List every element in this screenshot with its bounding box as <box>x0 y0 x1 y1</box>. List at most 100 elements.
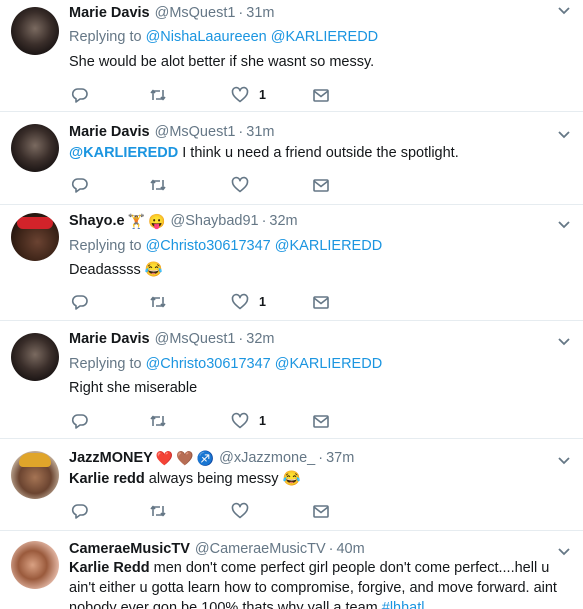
tweet-text: @KARLIEREDD I think u need a friend outs… <box>69 143 571 163</box>
envelope-icon <box>313 296 329 309</box>
timestamp[interactable]: 40m <box>336 541 364 557</box>
avatar[interactable] <box>11 541 59 589</box>
chevron-down-icon[interactable] <box>557 337 571 347</box>
reply-mention-link[interactable]: @Christo30617347 <box>146 238 271 254</box>
timestamp[interactable]: 31m <box>246 124 274 140</box>
tweet-text: Deadassss 😂 <box>69 262 163 278</box>
tweet[interactable]: Shayo.e 🏋 😛 @Shaybad91 · 32m Replying to… <box>0 205 583 321</box>
tweet-text-body: I think u need a friend outside the spot… <box>178 145 459 161</box>
tweet[interactable]: Marie Davis @MsQuest1 · 32m Replying to … <box>0 321 583 439</box>
envelope-icon <box>313 415 329 428</box>
reply-button[interactable] <box>71 174 89 196</box>
tweet-header: Marie Davis @MsQuest1 · 31m <box>69 124 274 140</box>
user-handle[interactable]: @MsQuest1 <box>155 124 236 140</box>
message-button[interactable] <box>312 500 330 522</box>
display-name[interactable]: CameraeMusicTV <box>69 541 190 557</box>
like-count: 1 <box>259 88 266 102</box>
reply-icon <box>71 88 88 103</box>
avatar[interactable] <box>11 7 59 55</box>
display-name[interactable]: Marie Davis <box>69 124 150 140</box>
like-button[interactable]: 1 <box>231 84 266 106</box>
separator: · <box>238 124 244 140</box>
message-button[interactable] <box>312 84 330 106</box>
message-button[interactable] <box>312 174 330 196</box>
tweet[interactable]: Marie Davis @MsQuest1 · 31m @KARLIEREDD … <box>0 112 583 205</box>
reply-mention-link[interactable]: @NishaLaaureeen <box>146 29 267 45</box>
weightlifter-emoji: 🏋 <box>127 213 146 229</box>
user-handle[interactable]: @Shaybad91 <box>170 213 258 229</box>
timestamp[interactable]: 32m <box>246 331 274 347</box>
reply-button[interactable] <box>71 84 89 106</box>
avatar[interactable] <box>11 213 59 261</box>
retweet-button[interactable] <box>149 500 167 522</box>
retweet-button[interactable] <box>149 410 167 432</box>
mentioned-name[interactable]: Karlie Redd <box>69 560 150 576</box>
separator: · <box>238 331 244 347</box>
reply-button[interactable] <box>71 291 89 313</box>
message-button[interactable] <box>312 410 330 432</box>
chevron-down-icon[interactable] <box>557 220 571 230</box>
retweet-button[interactable] <box>149 84 167 106</box>
reply-button[interactable] <box>71 410 89 432</box>
tweet-header: Shayo.e 🏋 😛 @Shaybad91 · 32m <box>69 213 298 229</box>
display-name[interactable]: Marie Davis <box>69 331 150 347</box>
mention-link[interactable]: @KARLIEREDD <box>69 145 178 161</box>
heart-icon <box>231 502 249 519</box>
retweet-button[interactable] <box>149 291 167 313</box>
avatar[interactable] <box>11 124 59 172</box>
like-button[interactable] <box>231 174 249 196</box>
reply-mention-link[interactable]: @KARLIEREDD <box>271 29 378 45</box>
brown-heart-emoji: 🤎 <box>176 450 194 466</box>
timestamp[interactable]: 37m <box>326 450 354 466</box>
like-count: 1 <box>259 295 266 309</box>
display-name[interactable]: Shayo.e <box>69 213 125 229</box>
heart-icon <box>231 293 249 310</box>
display-name[interactable]: JazzMONEY <box>69 450 153 466</box>
like-button[interactable]: 1 <box>231 291 266 313</box>
separator: · <box>261 213 267 229</box>
retweet-icon <box>150 89 166 101</box>
user-handle[interactable]: @MsQuest1 <box>155 5 236 21</box>
reply-button[interactable] <box>71 500 89 522</box>
tweet[interactable]: JazzMONEY ❤️ 🤎 ♐ @xJazzmone_ · 37m Karli… <box>0 439 583 531</box>
tweet-actions: 1 <box>69 291 369 313</box>
tweet[interactable]: Marie Davis @MsQuest1 · 31m Replying to … <box>0 0 583 112</box>
hashtag-link[interactable]: #lhhatl <box>382 600 425 609</box>
envelope-icon <box>313 179 329 192</box>
chevron-down-icon[interactable] <box>557 130 571 140</box>
user-handle[interactable]: @CameraeMusicTV <box>195 541 326 557</box>
envelope-icon <box>313 89 329 102</box>
sagittarius-emoji: ♐ <box>196 450 215 466</box>
tweet-actions <box>69 174 369 196</box>
chevron-down-icon[interactable] <box>557 456 571 466</box>
timestamp[interactable]: 31m <box>246 5 274 21</box>
tweet-text: Right she miserable <box>69 380 198 396</box>
mentioned-name[interactable]: Karlie redd <box>69 471 145 487</box>
avatar[interactable] <box>11 333 59 381</box>
tweet-header: Marie Davis @MsQuest1 · 32m <box>69 331 274 347</box>
display-name[interactable]: Marie Davis <box>69 5 150 21</box>
reply-mention-link[interactable]: @KARLIEREDD <box>275 356 382 372</box>
message-button[interactable] <box>312 291 330 313</box>
tweet[interactable]: CameraeMusicTV @CameraeMusicTV · 40m Kar… <box>0 531 583 609</box>
like-count: 1 <box>259 414 266 428</box>
like-button[interactable]: 1 <box>231 410 266 432</box>
tweet-header: CameraeMusicTV @CameraeMusicTV · 40m <box>69 541 365 557</box>
retweet-icon <box>150 179 166 191</box>
reply-mention-link[interactable]: @Christo30617347 <box>146 356 271 372</box>
user-handle[interactable]: @xJazzmone_ <box>219 450 315 466</box>
chevron-down-icon[interactable] <box>557 547 571 557</box>
tweet-header: Marie Davis @MsQuest1 · 31m <box>69 5 274 21</box>
tweet-header: JazzMONEY ❤️ 🤎 ♐ @xJazzmone_ · 37m <box>69 450 354 466</box>
like-button[interactable] <box>231 500 249 522</box>
red-heart-emoji: ❤️ <box>155 450 174 466</box>
chevron-down-icon[interactable] <box>557 6 571 16</box>
timestamp[interactable]: 32m <box>269 213 297 229</box>
retweet-icon <box>150 505 166 517</box>
user-handle[interactable]: @MsQuest1 <box>155 331 236 347</box>
separator: · <box>238 5 244 21</box>
avatar[interactable] <box>11 451 59 499</box>
reply-mention-link[interactable]: @KARLIEREDD <box>275 238 382 254</box>
retweet-button[interactable] <box>149 174 167 196</box>
reply-icon <box>71 504 88 519</box>
